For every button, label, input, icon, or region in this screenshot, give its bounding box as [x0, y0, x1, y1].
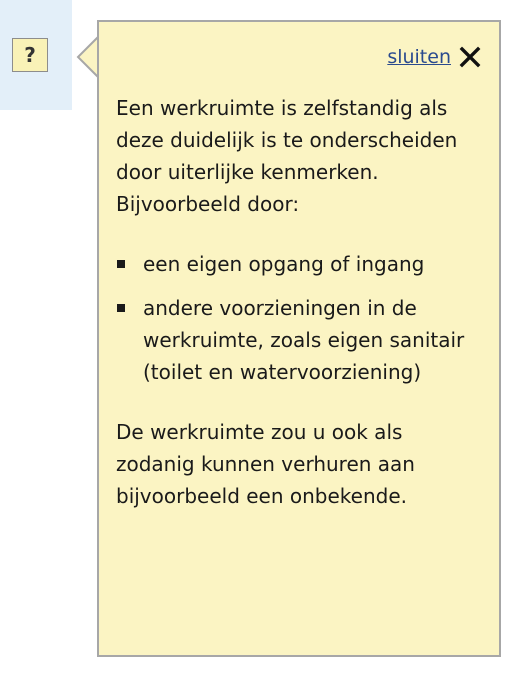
- list-item: andere voorzieningen in de werkruimte, z…: [116, 292, 466, 388]
- list-item-text: andere voorzieningen in de werkruimte, z…: [143, 296, 465, 384]
- close-x-icon[interactable]: [459, 46, 481, 68]
- tooltip-intro-text: Een werkruimte is zelfstandig als deze d…: [116, 96, 458, 216]
- tooltip-outro-text: De werkruimte zou u ook als zodanig kunn…: [116, 420, 415, 508]
- help-tooltip: sluiten Een werkruimte is zelfstandig al…: [97, 20, 501, 657]
- bullet-icon: [117, 304, 125, 312]
- example-list: een eigen opgang of ingang andere voorzi…: [116, 248, 466, 388]
- tooltip-body: Een werkruimte is zelfstandig als deze d…: [116, 92, 466, 512]
- help-button[interactable]: ?: [12, 38, 48, 72]
- bullet-icon: [117, 260, 125, 268]
- close-row: sluiten: [387, 46, 481, 68]
- close-link[interactable]: sluiten: [387, 46, 451, 68]
- list-item: een eigen opgang of ingang: [116, 248, 466, 280]
- list-item-text: een eigen opgang of ingang: [143, 252, 425, 276]
